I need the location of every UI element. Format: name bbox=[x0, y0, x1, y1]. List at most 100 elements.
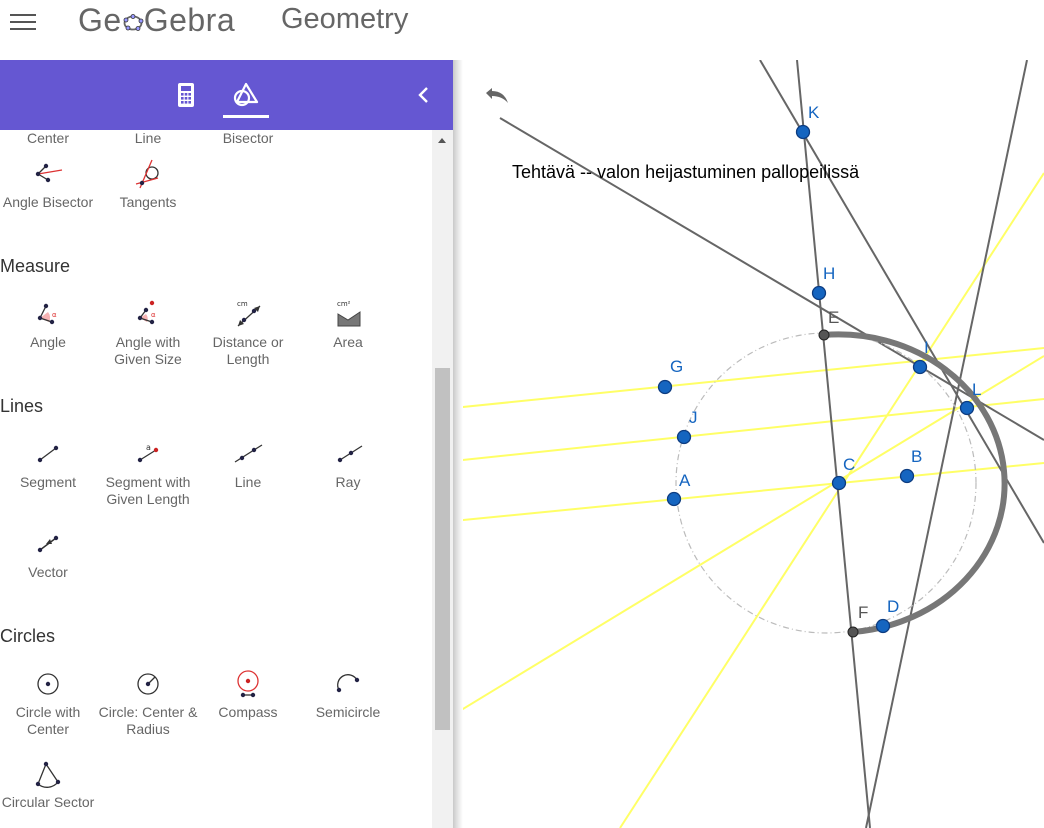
semicircle-icon bbox=[336, 674, 360, 693]
vector-icon bbox=[37, 535, 59, 553]
logo-ellipse-icon bbox=[123, 14, 144, 31]
point-I bbox=[912, 359, 928, 375]
point-G bbox=[657, 379, 673, 395]
point-A bbox=[666, 491, 682, 507]
tool-segment[interactable]: Segment bbox=[0, 438, 98, 491]
geogebra-logo: Ge Gebra bbox=[78, 2, 235, 39]
tool-label: Ray bbox=[335, 474, 361, 490]
point-label-C: C bbox=[843, 455, 856, 474]
tool-distance[interactable]: cm Distance or Length bbox=[198, 298, 298, 368]
point-B bbox=[899, 468, 915, 484]
calculator-icon[interactable] bbox=[171, 80, 201, 110]
point-label-F: F bbox=[858, 603, 869, 622]
point-label-A: A bbox=[679, 471, 691, 490]
hamburger-menu-icon[interactable] bbox=[10, 10, 36, 32]
point-label-J: J bbox=[689, 408, 698, 427]
tool-label: Segment bbox=[19, 474, 77, 490]
tools-panel-header bbox=[0, 60, 453, 130]
point-label-G: G bbox=[670, 357, 684, 376]
circular-sector-icon bbox=[35, 761, 61, 788]
tool-tangents[interactable]: Tangents bbox=[98, 158, 198, 211]
angle-given-size-icon: α bbox=[137, 300, 156, 325]
tool-circle-radius[interactable]: Circle: Center & Radius bbox=[98, 668, 198, 738]
circle-radius-icon bbox=[137, 673, 159, 695]
cm-unit-text: cm bbox=[237, 300, 248, 308]
tool-label: Semicircle bbox=[315, 704, 381, 720]
scroll-up-arrow-icon[interactable] bbox=[436, 135, 448, 145]
tool-compass[interactable]: Compass bbox=[198, 668, 298, 721]
ray-icon bbox=[337, 445, 363, 463]
section-title-lines: Lines bbox=[0, 396, 44, 416]
tool-label: Area bbox=[333, 334, 363, 350]
point-label-B: B bbox=[911, 447, 923, 466]
angle-icon: α bbox=[37, 303, 57, 325]
tool-semicircle[interactable]: Semicircle bbox=[298, 668, 398, 721]
active-tab-indicator bbox=[223, 115, 269, 118]
tool-angle-given-size[interactable]: α Angle with Given Size bbox=[98, 298, 198, 368]
panel-divider[interactable] bbox=[453, 60, 463, 828]
segment-given-length-icon: a bbox=[137, 443, 159, 463]
blue-points[interactable] bbox=[657, 124, 975, 634]
point-H bbox=[811, 285, 827, 301]
tool-label: Circle: Center & Radius bbox=[98, 704, 198, 737]
area-icon: cm² bbox=[337, 300, 361, 327]
tool-label: Vector bbox=[28, 564, 68, 580]
point-label-D: D bbox=[887, 597, 900, 616]
tool-angle-bisector[interactable]: Angle Bisector bbox=[0, 158, 98, 211]
tool-label: Distance or Length bbox=[212, 334, 284, 367]
alpha-symbol: α bbox=[52, 311, 57, 319]
tool-angle[interactable]: α Angle bbox=[0, 298, 98, 351]
point-L bbox=[959, 400, 975, 416]
tool-area[interactable]: cm² Area bbox=[298, 298, 398, 351]
point-D bbox=[875, 618, 891, 634]
tool-center[interactable]: Center bbox=[0, 130, 98, 147]
geometry-tools-icon[interactable] bbox=[231, 80, 261, 110]
tool-line[interactable]: Line bbox=[198, 438, 298, 491]
tool-label: Segment with Given Length bbox=[105, 474, 191, 507]
tool-label: Line bbox=[234, 474, 262, 490]
section-title-circles: Circles bbox=[0, 626, 56, 646]
point-label-H: H bbox=[823, 264, 836, 283]
point-K bbox=[795, 124, 811, 140]
angle-bisector-icon bbox=[35, 163, 63, 183]
point-label-K: K bbox=[808, 103, 820, 122]
alpha-symbol: α bbox=[151, 311, 156, 319]
app-header: Ge Gebra Geometry bbox=[0, 0, 1044, 60]
tool-vector[interactable]: Vector bbox=[0, 528, 98, 581]
cm2-unit-text: cm² bbox=[337, 300, 351, 308]
chevron-left-icon[interactable] bbox=[414, 83, 434, 107]
tool-ray[interactable]: Ray bbox=[298, 438, 398, 491]
tool-label: Circle with Center bbox=[15, 704, 81, 737]
undo-icon[interactable] bbox=[482, 85, 512, 107]
tool-label: Center bbox=[26, 130, 70, 146]
compass-icon bbox=[237, 670, 259, 698]
yellow-rays bbox=[453, 172, 1044, 828]
point-J bbox=[676, 429, 692, 445]
tool-label: Angle bbox=[30, 334, 66, 350]
tool-bisector[interactable]: Bisector bbox=[198, 130, 298, 147]
point-label-I: I bbox=[924, 338, 929, 357]
logo-text-part-2: Gebra bbox=[143, 2, 236, 38]
tool-label: Bisector bbox=[222, 130, 274, 146]
tools-panel: Center Line Bisector Angle Bisector Tang… bbox=[0, 130, 453, 828]
tangents-icon bbox=[135, 159, 159, 189]
dashed-circle bbox=[675, 332, 977, 634]
line-icon bbox=[234, 444, 263, 463]
tool-label: Angle Bisector bbox=[2, 194, 94, 210]
distance-icon: cm bbox=[237, 300, 261, 327]
section-title-measure: Measure bbox=[0, 256, 71, 276]
point-C bbox=[831, 475, 847, 491]
tool-circular-sector[interactable]: Circular Sector bbox=[0, 758, 98, 811]
app-title: Geometry bbox=[281, 3, 409, 35]
tool-label: Tangents bbox=[119, 194, 177, 210]
tool-label: Line bbox=[134, 130, 162, 146]
logo-text-part-1: Ge bbox=[78, 2, 122, 38]
task-title-text: Tehtävä -- valon heijastuminen pallopeil… bbox=[512, 162, 860, 182]
tool-circle-center[interactable]: Circle with Center bbox=[0, 668, 98, 738]
tool-line-partial[interactable]: Line bbox=[98, 130, 198, 147]
point-label-E: E bbox=[828, 308, 840, 327]
point-label-L: L bbox=[972, 380, 982, 399]
tool-segment-given-length[interactable]: a Segment with Given Length bbox=[98, 438, 198, 508]
scrollbar-thumb[interactable] bbox=[435, 368, 450, 730]
segment-a-label: a bbox=[146, 443, 151, 452]
